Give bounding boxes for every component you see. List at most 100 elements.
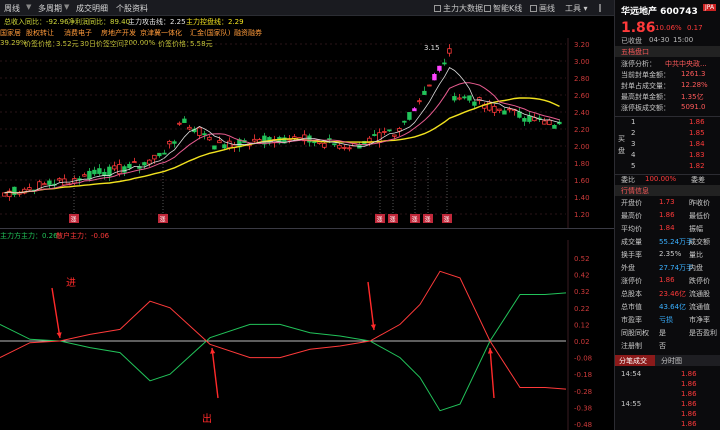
candle-body	[127, 163, 132, 169]
tab-stock-profile[interactable]: 个股资料	[116, 3, 148, 14]
concept-tag[interactable]: 汇金(国家队)	[190, 28, 230, 38]
tab-bar: 分笔成交 分时图	[615, 355, 720, 366]
stock-app: 周线 ▼ 多周期 ▼ 成交明细 个股资料 主力大数据 智能K线 画线 工具 ▾ …	[0, 0, 720, 430]
draw-line-button[interactable]: 画线	[530, 3, 555, 14]
quote-date: 04-30	[649, 36, 670, 44]
quote-label: 流通值	[689, 303, 710, 311]
quote-value: 1.73	[659, 198, 675, 206]
main-force-line	[0, 292, 567, 412]
section-quote-info[interactable]: 行情信息	[615, 185, 720, 196]
limit-up-marker-label: 涨	[377, 216, 383, 224]
sell-arrow	[489, 347, 495, 399]
trade-price: 1.86	[681, 370, 697, 378]
candle-body	[132, 161, 137, 163]
quote-label: 外盘	[621, 264, 635, 272]
kline-chart[interactable]: 3.20 3.00 2.80 2.60 2.40 2.20 2.00 1.80 1.60 1.40…	[0, 38, 614, 228]
quote-row: 换手率 2.35% 量比	[615, 250, 720, 261]
y-tick-label: 3.20	[574, 41, 590, 49]
concept-tag[interactable]: 消费电子	[64, 28, 92, 38]
bid-row: 5 1.82	[631, 162, 705, 170]
quote-value: 23.46亿	[659, 290, 687, 298]
candle-body	[117, 164, 122, 175]
change-pct: 10.06%	[655, 24, 682, 32]
quote-label: 昨收价	[689, 199, 710, 207]
candle-body	[472, 101, 477, 106]
quote-label: 振幅	[689, 225, 703, 233]
limit-up-marker-label: 涨	[444, 216, 450, 224]
buy-signal-label: 进	[66, 277, 76, 289]
candle-body	[527, 115, 532, 122]
sub-chart-header: 主力方主力：0.26 散户主力：-0.06	[0, 228, 614, 240]
section-order-book[interactable]: 五档盘口	[615, 46, 720, 57]
sell-arrow-head	[487, 348, 493, 354]
y-tick-label: -0.08	[574, 355, 592, 363]
candle-body	[407, 112, 412, 120]
chevron-down-icon[interactable]: ▼	[64, 3, 69, 11]
candle-body	[447, 48, 452, 54]
bid-row: 4 1.83	[631, 151, 705, 159]
candle-body	[552, 124, 557, 129]
concept-tag[interactable]: 房地产开发	[101, 28, 136, 38]
tools-button[interactable]: 工具 ▾	[565, 3, 588, 14]
candle-body	[332, 143, 337, 146]
bid-row: 3 1.84	[631, 140, 705, 148]
quote-label: 跌停价	[689, 277, 710, 285]
quote-value: 1.84	[659, 224, 675, 232]
tab-trade-detail[interactable]: 成交明细	[76, 3, 108, 14]
control-line: 主力控盘线：2.29	[186, 18, 244, 26]
concept-tag[interactable]: 京津冀一体化	[140, 28, 182, 38]
candle-body	[342, 147, 347, 149]
analysis-row: 当前封单金额： 1261.3	[621, 70, 706, 79]
concept-tag[interactable]: 股权转让	[26, 28, 54, 38]
candle-body	[427, 84, 432, 87]
collapse-icon[interactable]: ‖	[598, 3, 602, 12]
candle-body	[497, 108, 502, 112]
y-tick-label: 1.60	[574, 177, 590, 185]
quote-label: 是否盈利	[689, 329, 717, 337]
quote-label: 同股同权	[621, 329, 649, 337]
quote-value: 是	[659, 329, 666, 337]
concept-tag[interactable]: 国家居	[0, 28, 21, 38]
candle-body	[57, 178, 62, 181]
tab-weekly[interactable]: 周线	[4, 3, 20, 14]
indicator-chart[interactable]: 0.52 0.42 0.32 0.22 0.12 0.02 -0.08 -0.18 -0.28 -…	[0, 240, 614, 430]
candle-body	[507, 108, 512, 111]
tab-timeshare[interactable]: 分时图	[661, 356, 682, 366]
concept-tag[interactable]: 融资融券	[234, 28, 262, 38]
candle-body	[42, 183, 47, 186]
candle-body	[112, 165, 117, 170]
candle-body	[442, 62, 447, 65]
candle-body	[172, 141, 177, 144]
candle-body	[92, 169, 97, 175]
candle-body	[227, 140, 232, 149]
candle-body	[177, 122, 182, 125]
candle-body	[252, 138, 257, 142]
tab-ticks[interactable]: 分笔成交	[615, 355, 655, 366]
candle-body	[312, 141, 317, 144]
candle-body	[437, 65, 442, 71]
smart-kline-button[interactable]: 智能K线	[484, 3, 522, 14]
candle-body	[157, 152, 162, 157]
attack-line: 主力攻击线：2.25	[128, 18, 186, 26]
quote-time: 15:00	[673, 36, 694, 44]
buy-arrow	[367, 281, 375, 331]
sell-signal-label: 出	[202, 412, 212, 425]
candle-body	[542, 120, 547, 125]
quote-panel: 华远地产 600743 JPA 1.86 10.06% 0.17 已收盘 04-…	[614, 0, 720, 430]
analysis-row: 涨停板成交额： 5091.0	[621, 103, 706, 112]
tab-multi-period[interactable]: 多周期	[38, 3, 62, 14]
candle-body	[452, 96, 457, 101]
trade-price: 1.86	[681, 400, 697, 408]
quote-label: 市净率	[689, 316, 710, 324]
y-tick-label: 0.52	[574, 255, 590, 263]
y-tick-label: 2.60	[574, 92, 590, 100]
quote-row: 同股同权 是 是否盈利	[615, 328, 720, 339]
candle-body	[347, 147, 352, 150]
candle-body	[417, 100, 422, 103]
sell-arrow	[211, 347, 219, 399]
quote-value: 55.24万手	[659, 238, 694, 246]
quote-row: 市盈率 亏损 市净率	[615, 315, 720, 326]
quote-value: 43.64亿	[659, 303, 687, 311]
main-force-data-button[interactable]: 主力大数据	[434, 3, 483, 14]
chevron-down-icon[interactable]: ▼	[26, 3, 31, 11]
